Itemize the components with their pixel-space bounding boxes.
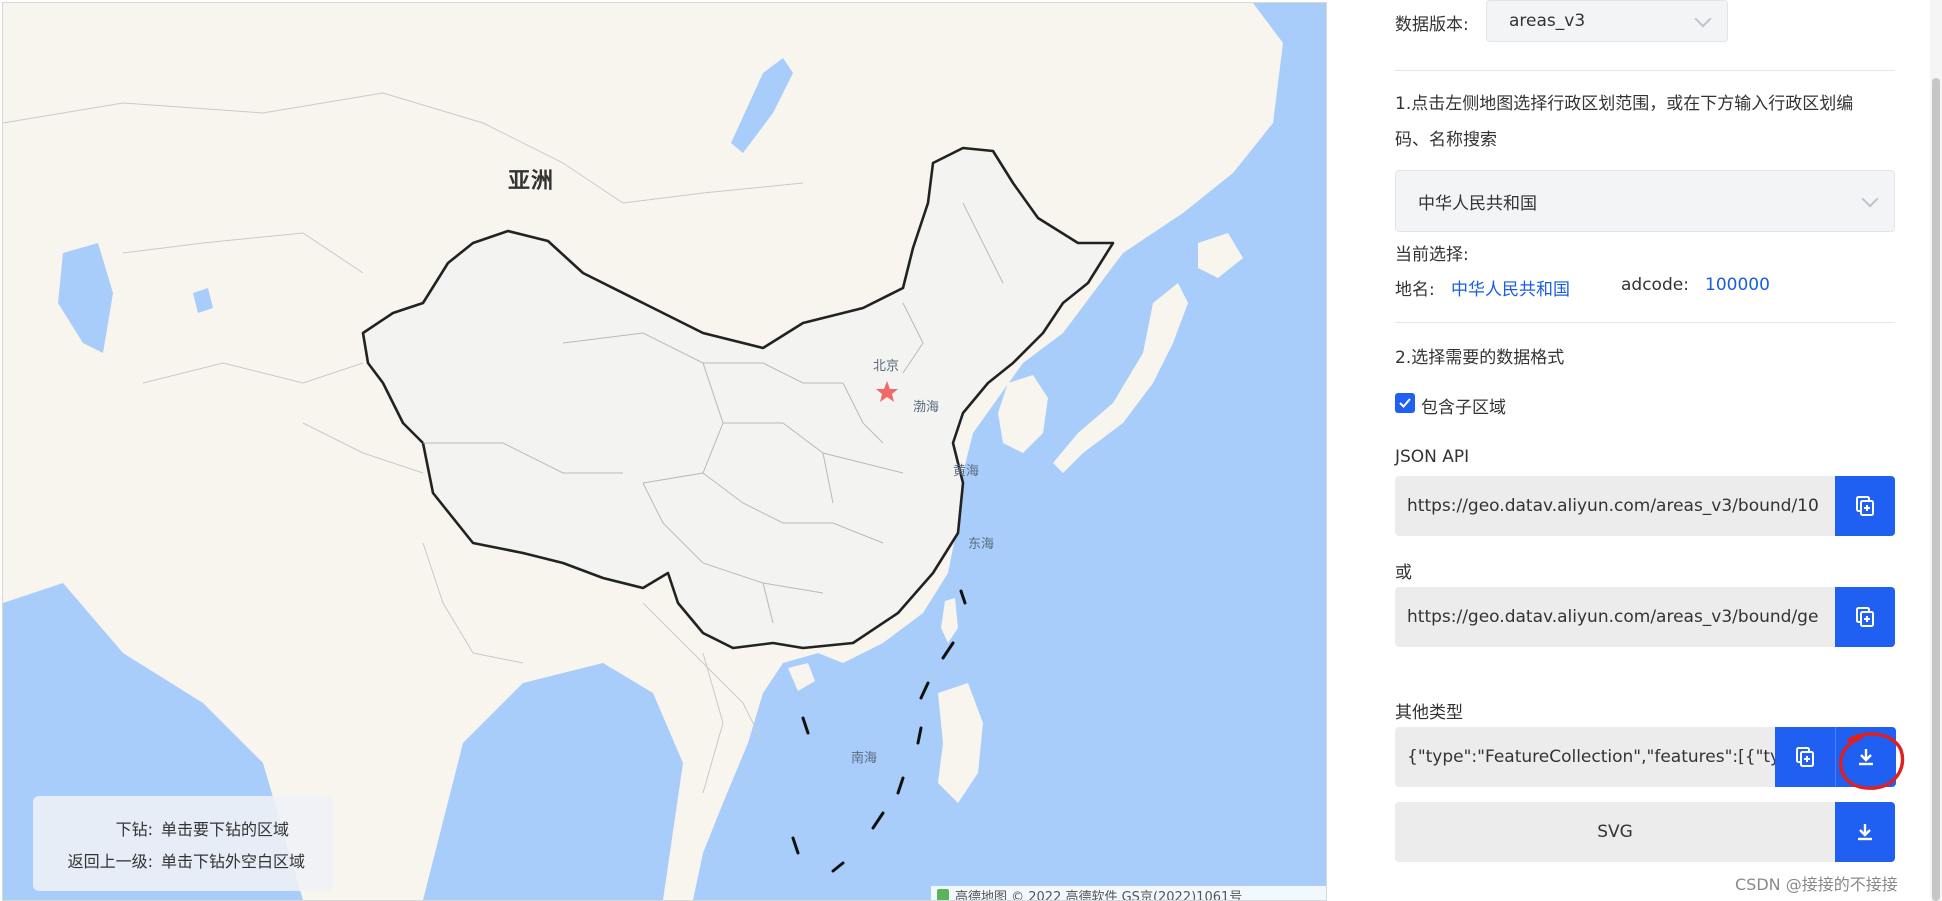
annotation-circle	[1839, 732, 1905, 790]
include-subregions-label[interactable]: 包含子区域	[1421, 393, 1506, 418]
continent-label: 亚洲	[508, 169, 555, 194]
map-label-beijing: 北京	[873, 359, 900, 374]
place-name-value: 中华人民共和国	[1451, 280, 1570, 300]
legend-row-drill: 下钻: 单击要下钻的区域	[33, 816, 333, 840]
place-name-label: 地名:	[1395, 280, 1435, 300]
download-svg-button[interactable]	[1835, 802, 1895, 862]
copy-icon	[1856, 607, 1874, 627]
legend-back-key: 返回上一级:	[67, 852, 153, 871]
copy-json-api-button[interactable]	[1835, 476, 1895, 536]
map-attribution: 高德地图 © 2022 高德软件 GS京(2022)1061号	[931, 886, 1326, 901]
land-hokkaido	[1198, 233, 1243, 278]
map-canvas[interactable]: 亚洲 北京 渤海 黄海 东海 南海 下钻: 单击要下钻的区域 返回上一级: 单击…	[2, 2, 1327, 901]
svg-format-button[interactable]: SVG	[1395, 802, 1835, 862]
land-hainan	[788, 663, 815, 691]
json-api-url-field[interactable]: https://geo.datav.aliyun.com/areas_v3/bo…	[1395, 476, 1835, 536]
map-label-bohai: 渤海	[913, 400, 940, 415]
adcode-value: 100000	[1705, 275, 1770, 295]
attribution-text: 高德地图 © 2022 高德软件 GS京(2022)1061号	[955, 890, 1243, 901]
or-label: 或	[1395, 563, 1412, 583]
version-select-value: areas_v3	[1509, 11, 1586, 31]
map-label-huanghai: 黄海	[953, 464, 980, 479]
land-taiwan	[941, 598, 958, 643]
download-icon	[1858, 824, 1872, 841]
check-icon	[1399, 398, 1411, 408]
amap-logo-icon	[937, 889, 949, 900]
svg-format-label: SVG	[1597, 822, 1633, 842]
adcode-label: adcode:	[1621, 275, 1689, 295]
watermark: CSDN @接接的不接接	[1735, 875, 1898, 894]
map-legend: 下钻: 单击要下钻的区域 返回上一级: 单击下钻外空白区域	[33, 796, 333, 891]
divider	[1395, 70, 1895, 71]
json-api-url: https://geo.datav.aliyun.com/areas_v3/bo…	[1407, 496, 1819, 516]
step2-instruction: 2.选择需要的数据格式	[1395, 348, 1565, 368]
version-label: 数据版本:	[1395, 15, 1469, 35]
chevron-down-icon	[1861, 190, 1879, 208]
legend-drill-key: 下钻:	[115, 820, 153, 839]
current-selection-label: 当前选择:	[1395, 245, 1469, 265]
map-drawing[interactable]	[3, 3, 1326, 900]
region-search-select[interactable]: 中华人民共和国	[1395, 170, 1895, 232]
copy-icon	[1796, 747, 1814, 767]
side-panel: 数据版本: areas_v3 1.点击左侧地图选择行政区划范围，或在下方输入行政…	[1365, 0, 1896, 901]
geojson-url-field[interactable]: https://geo.datav.aliyun.com/areas_v3/bo…	[1395, 587, 1835, 647]
geojson-url: https://geo.datav.aliyun.com/areas_v3/bo…	[1407, 607, 1819, 627]
other-types-label: 其他类型	[1395, 703, 1463, 723]
land-philippines	[938, 683, 983, 803]
copy-other-json-button[interactable]	[1775, 727, 1835, 787]
region-select-value: 中华人民共和国	[1418, 193, 1537, 214]
step1-instruction: 1.点击左侧地图选择行政区划范围，或在下方输入行政区划编码、名称搜索	[1395, 94, 1854, 150]
json-api-label: JSON API	[1395, 447, 1470, 467]
include-subregions-checkbox[interactable]	[1395, 393, 1415, 413]
legend-back-value: 单击下钻外空白区域	[161, 852, 306, 871]
legend-row-back: 返回上一级: 单击下钻外空白区域	[33, 848, 333, 872]
divider	[1395, 322, 1895, 323]
map-label-donghai: 东海	[968, 537, 995, 552]
scrollbar-thumb[interactable]	[1932, 78, 1940, 901]
copy-icon	[1856, 496, 1874, 516]
legend-drill-value: 单击要下钻的区域	[161, 820, 290, 839]
copy-geojson-button[interactable]	[1835, 587, 1895, 647]
version-select[interactable]: areas_v3	[1486, 0, 1728, 42]
other-json-field[interactable]: {"type":"FeatureCollection","features":[…	[1395, 727, 1775, 787]
chevron-down-icon	[1694, 10, 1712, 28]
map-label-nanhai: 南海	[851, 751, 878, 766]
other-json-value: {"type":"FeatureCollection","features":[…	[1407, 747, 1775, 767]
